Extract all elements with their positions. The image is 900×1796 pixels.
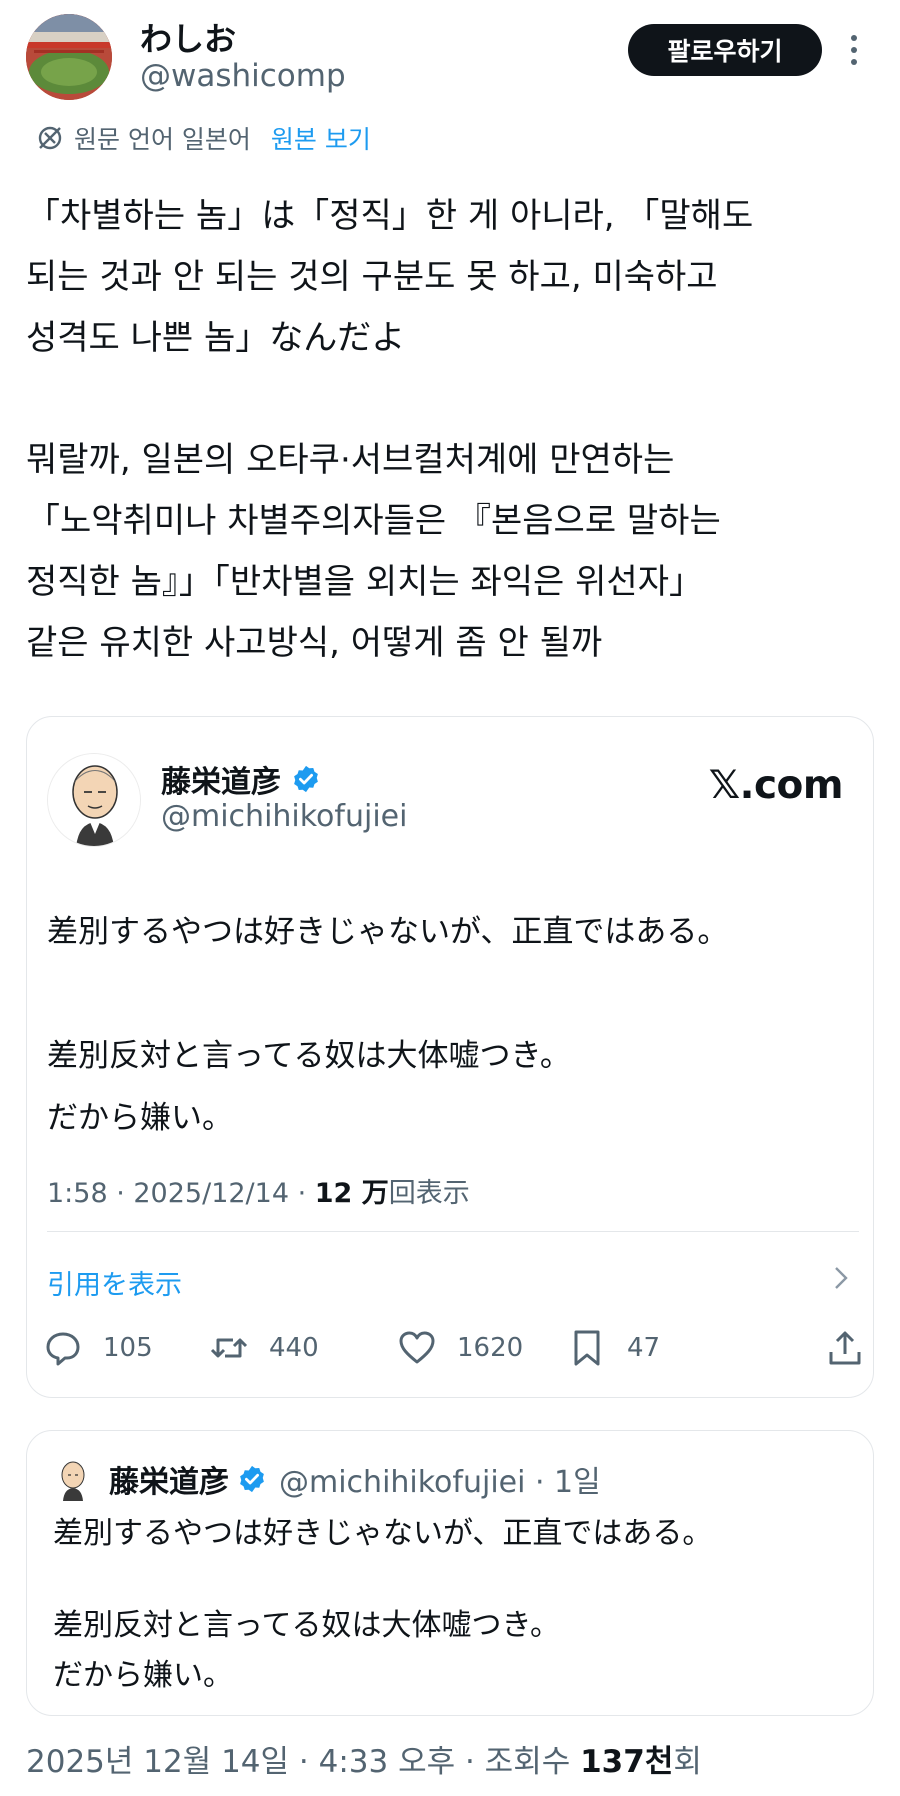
post-view-count: 137천 [580, 1744, 674, 1780]
share-button[interactable] [825, 1323, 865, 1373]
card-author-name[interactable]: 藤栄道彦 [161, 757, 321, 801]
card-line: だから嫌い。 [47, 1100, 233, 1136]
post-timestamp[interactable]: 2025년 12월 14일 · 4:33 오후 · 조회수 [26, 1744, 580, 1780]
reply-icon [46, 1332, 80, 1366]
retweet-count: 440 [269, 1333, 319, 1363]
retweet-button[interactable]: 440 [209, 1323, 319, 1373]
card-view-count: 12 万 [314, 1178, 389, 1209]
card-timestamp: 1:58 · 2025/12/14 · [47, 1178, 315, 1209]
card-line: 差別反対と言ってる奴は大体嘘つき。 [47, 1038, 571, 1074]
cartoon-avatar-icon [55, 1457, 91, 1501]
quoted-author-avatar[interactable] [55, 1457, 91, 1501]
reply-button[interactable]: 105 [43, 1323, 153, 1373]
follow-button[interactable]: 팔로우하기 [628, 24, 822, 76]
card-author-handle[interactable]: @michihikofujiei [161, 799, 407, 834]
reply-count: 105 [103, 1333, 153, 1363]
quoted-line: 差別反対と言ってる奴は大体嘘つき。 [53, 1608, 560, 1643]
translation-row: 원문 언어 일본어 원본 보기 [36, 118, 371, 158]
bookmark-button[interactable]: 47 [567, 1323, 660, 1373]
like-button[interactable]: 1620 [397, 1323, 523, 1373]
verified-badge-icon [294, 765, 318, 793]
x-com-logo[interactable]: 𝕏.com [709, 763, 844, 808]
embedded-tweet-card[interactable]: 藤栄道彦 @michihikofujiei 𝕏.com 差別するやつは好きじゃな… [26, 716, 874, 1398]
post-line: 「차별하는 놈」は「정직」한 게 아니라, 「말해도 [26, 196, 754, 236]
show-original-link[interactable]: 원본 보기 [271, 120, 371, 156]
post-line: 정직한 놈』」「반차별을 외치는 좌익은 위선자」 [26, 562, 703, 602]
view-quotes-link[interactable]: 引用を表示 [47, 1263, 182, 1302]
quoted-author-handle[interactable]: @michihikofujiei · 1일 [279, 1457, 601, 1501]
quoted-line: 差別するやつは好きじゃないが、正直ではある。 [53, 1516, 713, 1551]
quoted-header: 藤栄道彦 @michihikofujiei · 1일 [109, 1457, 601, 1501]
like-count: 1620 [457, 1333, 524, 1363]
post-line: 같은 유치한 사고방식, 어떻게 좀 안 될까 [26, 623, 603, 663]
card-views-suffix: 回表示 [388, 1178, 470, 1209]
cartoon-avatar-icon [48, 754, 140, 846]
quoted-line: だから嫌い。 [53, 1658, 233, 1693]
post-line: 성격도 나쁜 놈」なんだよ [26, 318, 406, 358]
verified-badge-icon [240, 1465, 264, 1493]
card-author-name-text: 藤栄道彦 [161, 765, 281, 800]
post-timestamp-views: 2025년 12월 14일 · 4:33 오후 · 조회수 137천회 [26, 1736, 702, 1781]
quoted-author-name[interactable]: 藤栄道彦 [109, 1457, 229, 1501]
author-avatar[interactable] [26, 14, 112, 100]
heart-icon [399, 1331, 435, 1364]
bookmark-count: 47 [627, 1333, 661, 1363]
card-author-avatar[interactable] [47, 753, 141, 847]
post-line: 뭐랄까, 일본의 오타쿠·서브컬처계에 만연하는 [26, 440, 675, 480]
share-icon [829, 1331, 861, 1365]
translation-label: 원문 언어 일본어 [74, 125, 251, 154]
post-header: わしお @washicomp 팔로우하기 [0, 0, 900, 110]
action-bar: 105 440 1620 47 [43, 1323, 863, 1373]
chevron-right-icon[interactable] [831, 1263, 851, 1293]
post-views-suffix: 회 [673, 1744, 702, 1780]
card-body: 差別するやつは好きじゃないが、正直ではある。 差別反対と言ってる奴は大体嘘つき。… [47, 901, 847, 1149]
translate-off-icon [38, 126, 62, 150]
quoted-tweet[interactable]: 藤栄道彦 @michihikofujiei · 1일 差別するやつは好きじゃない… [26, 1430, 874, 1716]
divider [47, 1231, 859, 1232]
card-line: 差別するやつは好きじゃないが、正直ではある。 [47, 914, 729, 950]
retweet-icon [210, 1338, 248, 1358]
stadium-avatar-icon [26, 14, 112, 100]
author-display-name[interactable]: わしお [140, 14, 236, 60]
post-line: 되는 것과 안 되는 것의 구분도 못 하고, 미숙하고 [26, 257, 718, 297]
card-timestamp-views: 1:58 · 2025/12/14 · 12 万回表示 [47, 1171, 470, 1210]
quoted-body: 差別するやつは好きじゃないが、正直ではある。 差別反対と言ってる奴は大体嘘つき。… [53, 1509, 853, 1701]
post-body: 「차별하는 놈」は「정직」한 게 아니라, 「말해도 되는 것과 안 되는 것의… [26, 186, 878, 674]
more-options-icon[interactable] [842, 30, 866, 70]
post-line: 「노악취미나 차별주의자들은 『본음으로 말하는 [26, 501, 721, 541]
author-handle[interactable]: @washicomp [140, 58, 346, 94]
bookmark-icon [574, 1330, 600, 1366]
